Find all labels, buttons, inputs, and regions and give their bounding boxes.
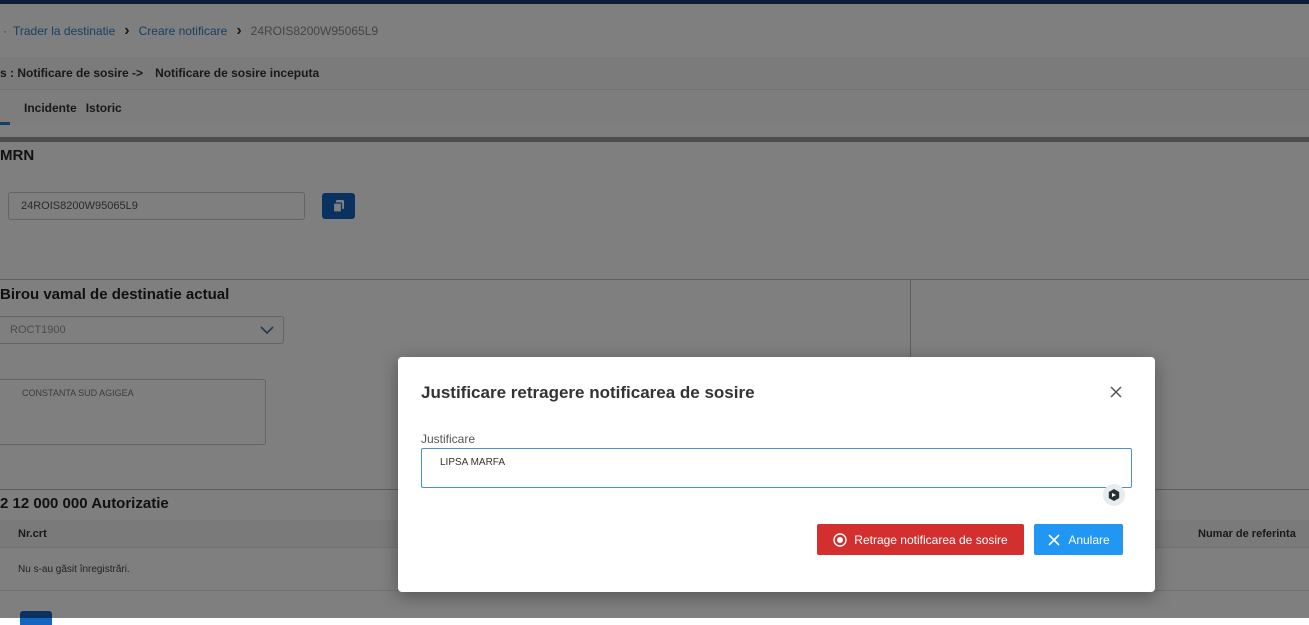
justificare-value: LIPSA MARFA	[440, 457, 506, 468]
dialog-title: Justificare retragere notificarea de sos…	[421, 383, 755, 402]
hexagon-icon	[1108, 489, 1120, 501]
assistant-icon[interactable]	[1103, 484, 1125, 506]
retrage-notificare-button[interactable]: Retrage notificarea de sosire	[817, 524, 1024, 555]
justificare-textarea[interactable]: LIPSA MARFA	[421, 448, 1132, 488]
anulare-button[interactable]: Anulare	[1034, 524, 1123, 555]
anulare-label: Anulare	[1068, 532, 1110, 547]
close-icon[interactable]	[1105, 381, 1127, 403]
justificare-label: Justificare	[421, 432, 476, 446]
retrage-label: Retrage notificarea de sosire	[854, 532, 1008, 547]
stop-circle-icon	[833, 532, 847, 547]
justification-dialog: Justificare retragere notificarea de sos…	[398, 357, 1155, 592]
x-icon	[1047, 533, 1061, 547]
